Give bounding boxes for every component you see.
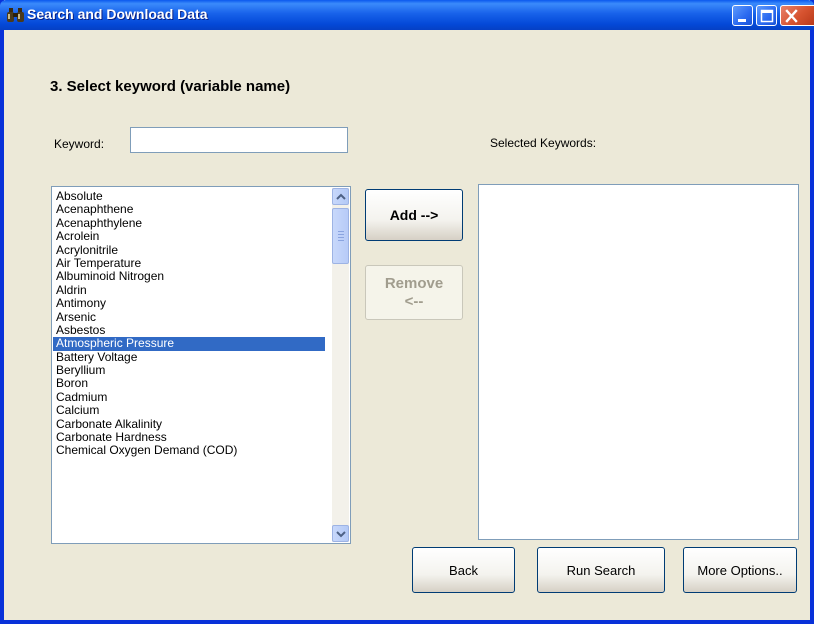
remove-button-label: Remove <box>384 274 444 292</box>
grip-line <box>338 234 344 235</box>
minimize-button[interactable] <box>732 5 753 26</box>
back-button-label: Back <box>449 562 478 578</box>
keyword-input[interactable] <box>130 127 348 153</box>
list-item[interactable]: Calcium <box>53 404 325 417</box>
list-item[interactable]: Arsenic <box>53 311 325 324</box>
chevron-up-icon <box>336 193 346 200</box>
list-item[interactable]: Carbonate Alkalinity <box>53 418 325 431</box>
list-item[interactable]: Atmospheric Pressure <box>53 337 325 351</box>
list-item[interactable]: Asbestos <box>53 324 325 337</box>
list-item[interactable]: Boron <box>53 377 325 390</box>
close-button[interactable] <box>780 5 814 26</box>
grip-line <box>338 237 344 238</box>
run-search-button-label: Run Search <box>566 562 636 578</box>
back-button[interactable]: Back <box>412 547 515 593</box>
list-item[interactable]: Carbonate Hardness <box>53 431 325 444</box>
add-button[interactable]: Add --> <box>365 189 463 241</box>
grip-line <box>338 231 344 232</box>
keyword-label: Keyword: <box>54 137 105 151</box>
remove-button[interactable]: Remove <-- <box>365 265 463 320</box>
list-item[interactable]: Beryllium <box>53 364 325 377</box>
keyword-list-scrollbar[interactable] <box>332 188 349 542</box>
remove-button-arrow: <-- <box>404 292 424 310</box>
window-title: Search and Download Data <box>27 6 208 22</box>
binoculars-icon <box>7 8 24 22</box>
run-search-button[interactable]: Run Search <box>537 547 665 593</box>
list-item[interactable]: Acenaphthylene <box>53 217 325 230</box>
list-item[interactable]: Air Temperature <box>53 257 325 270</box>
more-options-button-label: More Options.. <box>697 562 783 578</box>
minimize-icon <box>738 19 746 22</box>
list-item[interactable]: Acrolein <box>53 230 325 243</box>
title-bar[interactable]: Search and Download Data <box>0 0 814 30</box>
list-item[interactable]: Acrylonitrile <box>53 244 325 257</box>
maximize-icon <box>760 9 774 23</box>
more-options-button[interactable]: More Options.. <box>683 547 797 593</box>
keyword-list: Absolute Acenaphthene Acenaphthylene Acr… <box>53 190 325 458</box>
scroll-thumb[interactable] <box>332 208 349 264</box>
list-item[interactable]: Cadmium <box>53 391 325 404</box>
list-item[interactable]: Chemical Oxygen Demand (COD) <box>53 444 325 457</box>
list-item[interactable]: Battery Voltage <box>53 351 325 364</box>
list-item[interactable]: Acenaphthene <box>53 203 325 216</box>
list-item[interactable]: Albuminoid Nitrogen <box>53 270 325 283</box>
list-item[interactable]: Absolute <box>53 190 325 203</box>
add-button-label: Add --> <box>389 207 439 223</box>
list-item[interactable]: Aldrin <box>53 284 325 297</box>
chevron-down-icon <box>336 531 346 538</box>
grip-line <box>338 240 344 241</box>
keyword-listbox[interactable]: Absolute Acenaphthene Acenaphthylene Acr… <box>51 186 351 544</box>
close-icon <box>785 9 798 23</box>
selected-keywords-label: Selected Keywords: <box>490 136 597 150</box>
maximize-button[interactable] <box>756 5 777 26</box>
search-download-window: Search and Download Data 3. Select keywo… <box>0 0 814 624</box>
scroll-down-button[interactable] <box>332 525 349 542</box>
selected-keywords-listbox[interactable] <box>478 184 799 540</box>
scroll-up-button[interactable] <box>332 188 349 205</box>
list-item[interactable]: Antimony <box>53 297 325 310</box>
step-heading: 3. Select keyword (variable name) <box>50 78 291 95</box>
